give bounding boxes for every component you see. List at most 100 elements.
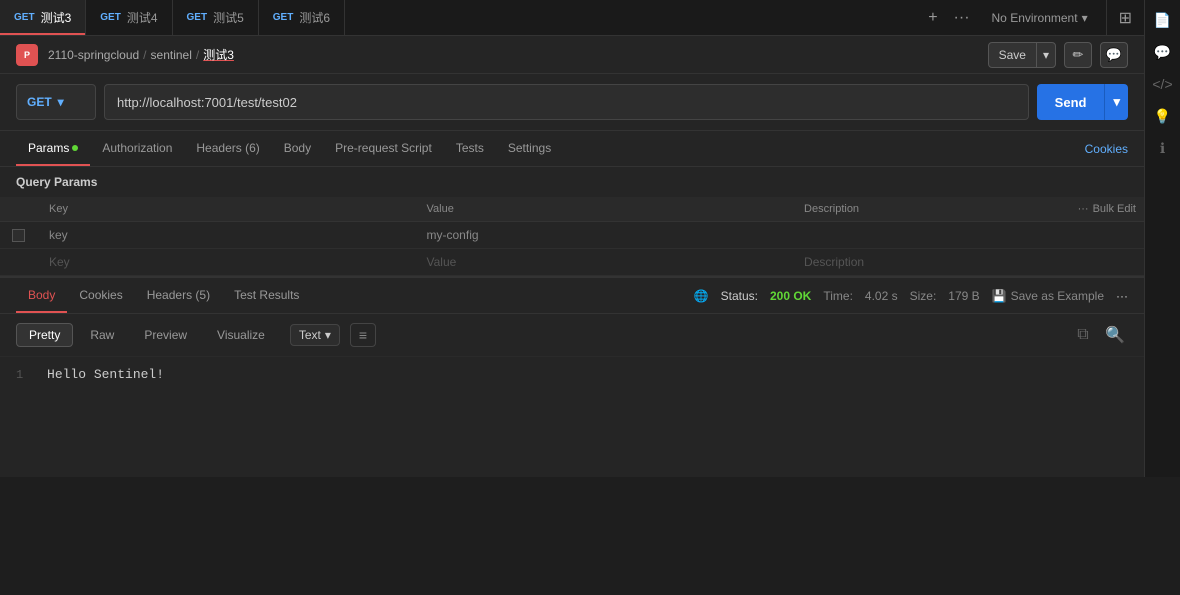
table-row-placeholder: Key Value Description bbox=[0, 249, 1144, 276]
resp-tab-cookies[interactable]: Cookies bbox=[67, 278, 134, 313]
sidebar-bulb-icon[interactable]: 💡 bbox=[1149, 102, 1177, 130]
body-tab-label: Body bbox=[284, 141, 311, 155]
sidebar-code-icon[interactable]: </> bbox=[1149, 70, 1177, 98]
raw-button[interactable]: Raw bbox=[77, 323, 127, 347]
breadcrumb-sep-1: / bbox=[143, 48, 146, 62]
tab-test4[interactable]: GET 测试4 bbox=[86, 0, 172, 35]
resp-tab-body[interactable]: Body bbox=[16, 278, 67, 313]
resp-body-label: Body bbox=[28, 288, 55, 302]
sidebar-chat-icon[interactable]: 💬 bbox=[1149, 38, 1177, 66]
globe-icon: 🌐 bbox=[694, 289, 709, 303]
tab-method-get4: GET bbox=[273, 12, 294, 23]
method-arrow-icon: ▾ bbox=[58, 95, 64, 109]
breadcrumb-bar: P 2110-springcloud / sentinel / 测试3 Save… bbox=[0, 36, 1144, 74]
bulk-dots-icon: ··· bbox=[1078, 203, 1089, 215]
breadcrumb-actions: Save ▾ ✏ 💬 bbox=[988, 42, 1128, 68]
placeholder-value-cell[interactable]: Value bbox=[415, 249, 793, 276]
body-actions: ⧉ 🔍 bbox=[1070, 322, 1128, 348]
size-value: 179 B bbox=[948, 289, 979, 303]
status-label: Status: bbox=[721, 289, 758, 303]
save-icon: 💾 bbox=[992, 289, 1007, 303]
tab-test5[interactable]: GET 测试5 bbox=[173, 0, 259, 35]
line-number: 1 bbox=[16, 368, 23, 382]
edit-icon-button[interactable]: ✏ bbox=[1064, 42, 1092, 68]
placeholder-key-cell[interactable]: Key bbox=[37, 249, 415, 276]
send-arrow-icon: ▾ bbox=[1105, 84, 1128, 120]
text-format-selector[interactable]: Text ▾ bbox=[290, 324, 340, 346]
tab-body[interactable]: Body bbox=[272, 131, 323, 166]
new-tab-button[interactable]: + bbox=[924, 7, 941, 29]
sidebar-info-icon[interactable]: ℹ bbox=[1149, 134, 1177, 162]
breadcrumb-current[interactable]: 测试3 bbox=[203, 46, 234, 63]
method-selector[interactable]: GET ▾ bbox=[16, 84, 96, 120]
col-value: Value bbox=[415, 197, 793, 222]
url-input[interactable] bbox=[104, 84, 1029, 120]
col-description: Description bbox=[792, 197, 974, 222]
preview-button[interactable]: Preview bbox=[131, 323, 200, 347]
search-button[interactable]: 🔍 bbox=[1102, 322, 1128, 348]
row-checkbox[interactable] bbox=[12, 229, 25, 242]
resp-cookies-label: Cookies bbox=[79, 288, 122, 302]
authorization-tab-label: Authorization bbox=[102, 141, 172, 155]
save-button[interactable]: Save ▾ bbox=[988, 42, 1056, 68]
sidebar-document-icon[interactable]: 📄 bbox=[1149, 6, 1177, 34]
tab-settings[interactable]: Settings bbox=[496, 131, 563, 166]
pretty-button[interactable]: Pretty bbox=[16, 323, 73, 347]
request-bar: GET ▾ Send ▾ bbox=[0, 74, 1144, 131]
response-more-icon[interactable]: ··· bbox=[1116, 289, 1128, 303]
resp-testresults-label: Test Results bbox=[234, 288, 299, 302]
row-description-cell[interactable] bbox=[792, 222, 974, 249]
tab-label-test4: 测试4 bbox=[127, 9, 158, 26]
tab-headers[interactable]: Headers (6) bbox=[184, 131, 271, 166]
settings-tab-label: Settings bbox=[508, 141, 551, 155]
save-example-label: Save as Example bbox=[1011, 289, 1104, 303]
resp-tab-headers[interactable]: Headers (5) bbox=[135, 278, 222, 313]
more-tabs-button[interactable]: ··· bbox=[950, 7, 974, 29]
tab-params[interactable]: Params bbox=[16, 131, 90, 166]
tests-tab-label: Tests bbox=[456, 141, 484, 155]
col-actions: ··· Bulk Edit bbox=[974, 197, 1144, 222]
word-wrap-button[interactable]: ≡ bbox=[350, 323, 376, 347]
prerequest-tab-label: Pre-request Script bbox=[335, 141, 432, 155]
environment-selector[interactable]: No Environment ▾ bbox=[982, 0, 1098, 35]
tab-test3[interactable]: GET 测试3 bbox=[0, 0, 86, 35]
row-value-cell[interactable]: my-config bbox=[415, 222, 793, 249]
request-tabs-row: Params Authorization Headers (6) Body Pr… bbox=[0, 131, 1144, 167]
app-logo: P bbox=[16, 44, 38, 66]
response-status-bar: 🌐 Status: 200 OK Time: 4.02 s Size: 179 … bbox=[694, 289, 1128, 303]
right-sidebar: 📄 💬 </> 💡 ℹ bbox=[1144, 0, 1180, 477]
text-format-label: Text bbox=[299, 328, 321, 342]
row-key-cell[interactable]: key bbox=[37, 222, 415, 249]
response-text: Hello Sentinel! bbox=[47, 367, 164, 382]
placeholder-action-cell bbox=[974, 249, 1144, 276]
breadcrumb: 2110-springcloud / sentinel / 测试3 bbox=[48, 46, 234, 63]
breadcrumb-sep-2: / bbox=[196, 48, 199, 62]
comment-icon-button[interactable]: 💬 bbox=[1100, 42, 1128, 68]
tab-label-test5: 测试5 bbox=[213, 9, 244, 26]
tab-authorization[interactable]: Authorization bbox=[90, 131, 184, 166]
row-checkbox-cell bbox=[0, 222, 37, 249]
placeholder-description-cell[interactable]: Description bbox=[792, 249, 974, 276]
env-label: No Environment bbox=[992, 11, 1078, 25]
breadcrumb-part-2[interactable]: sentinel bbox=[151, 48, 192, 62]
send-button[interactable]: Send ▾ bbox=[1037, 84, 1128, 120]
params-table: Key Value Description ··· Bulk Edit bbox=[0, 197, 1144, 276]
tab-prerequest[interactable]: Pre-request Script bbox=[323, 131, 444, 166]
resp-tab-testresults[interactable]: Test Results bbox=[222, 278, 311, 313]
tab-label-test6: 测试6 bbox=[299, 9, 330, 26]
tab-tests[interactable]: Tests bbox=[444, 131, 496, 166]
placeholder-checkbox-cell bbox=[0, 249, 37, 276]
tab-method-get3: GET bbox=[187, 12, 208, 23]
response-section: Body Cookies Headers (5) Test Results 🌐 … bbox=[0, 276, 1144, 477]
save-as-example-button[interactable]: 💾 Save as Example bbox=[992, 289, 1104, 303]
tab-actions: + ··· bbox=[916, 0, 981, 35]
tab-test6[interactable]: GET 测试6 bbox=[259, 0, 345, 35]
bulk-edit-label[interactable]: Bulk Edit bbox=[1093, 203, 1136, 215]
size-label: Size: bbox=[910, 289, 937, 303]
visualize-button[interactable]: Visualize bbox=[204, 323, 278, 347]
breadcrumb-part-1[interactable]: 2110-springcloud bbox=[48, 48, 139, 62]
save-arrow-icon: ▾ bbox=[1037, 43, 1055, 67]
copy-button[interactable]: ⧉ bbox=[1070, 322, 1096, 348]
cookies-link[interactable]: Cookies bbox=[1085, 142, 1128, 156]
grid-icon[interactable]: ⊞ bbox=[1115, 6, 1136, 30]
